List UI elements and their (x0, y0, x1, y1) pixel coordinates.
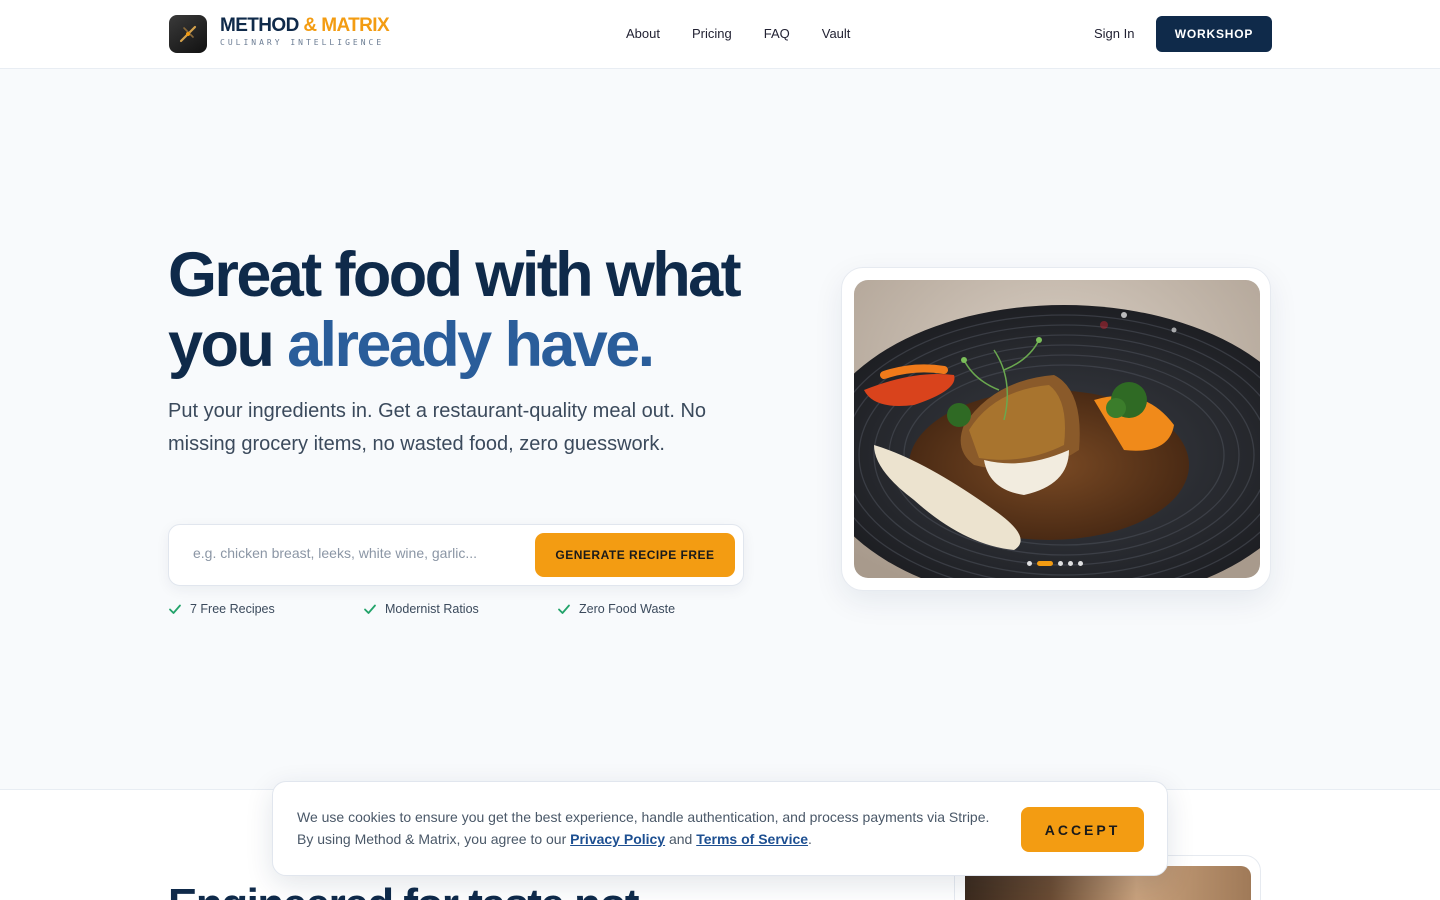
carousel-dot[interactable] (1068, 561, 1073, 566)
feature-item: 7 Free Recipes (168, 602, 275, 616)
workshop-button[interactable]: WORKSHOP (1156, 16, 1272, 52)
check-icon (169, 604, 181, 614)
sign-in-link[interactable]: Sign In (1094, 26, 1134, 41)
accept-cookies-button[interactable]: ACCEPT (1021, 807, 1144, 852)
feature-label: Zero Food Waste (579, 602, 676, 616)
brand-tagline: CULINARY INTELLIGENCE (220, 38, 385, 47)
ingredient-search-box: GENERATE RECIPE FREE (168, 524, 744, 586)
nav-pricing[interactable]: Pricing (692, 26, 732, 41)
hero-image-card (841, 267, 1271, 591)
dish-photo (854, 280, 1260, 578)
feature-label: 7 Free Recipes (190, 602, 275, 616)
check-icon (364, 604, 376, 614)
terms-of-service-link[interactable]: Terms of Service (696, 831, 808, 847)
section-title: Engineered for taste not (168, 880, 640, 900)
site-header: METHOD & MATRIX CULINARY INTELLIGENCE Ab… (0, 0, 1440, 69)
hero-title: Great food with what you already have. (168, 240, 742, 380)
carousel-dot[interactable] (1078, 561, 1083, 566)
carousel-dot[interactable] (1058, 561, 1063, 566)
check-icon (558, 604, 570, 614)
ingredient-input[interactable] (193, 545, 523, 561)
nav-about[interactable]: About (626, 26, 660, 41)
carousel-dot[interactable] (1027, 561, 1032, 566)
logo-icon[interactable] (169, 15, 207, 53)
brand[interactable]: METHOD & MATRIX CULINARY INTELLIGENCE (220, 15, 390, 48)
carousel-indicators (1027, 561, 1083, 566)
generate-recipe-button[interactable]: GENERATE RECIPE FREE (535, 533, 735, 577)
cookie-message: We use cookies to ensure you get the bes… (297, 809, 990, 847)
feature-label: Modernist Ratios (385, 602, 479, 616)
cookie-banner: We use cookies to ensure you get the bes… (272, 781, 1168, 876)
brand-name: METHOD & MATRIX (220, 15, 390, 36)
main-nav: About Pricing FAQ Vault (626, 26, 850, 41)
nav-faq[interactable]: FAQ (764, 26, 790, 41)
feature-item: Zero Food Waste (557, 602, 675, 616)
nav-vault[interactable]: Vault (822, 26, 851, 41)
carousel-dot-active[interactable] (1037, 561, 1053, 566)
privacy-policy-link[interactable]: Privacy Policy (570, 831, 665, 847)
feature-item: Modernist Ratios (363, 602, 479, 616)
hero-subtitle: Put your ingredients in. Get a restauran… (168, 400, 707, 455)
